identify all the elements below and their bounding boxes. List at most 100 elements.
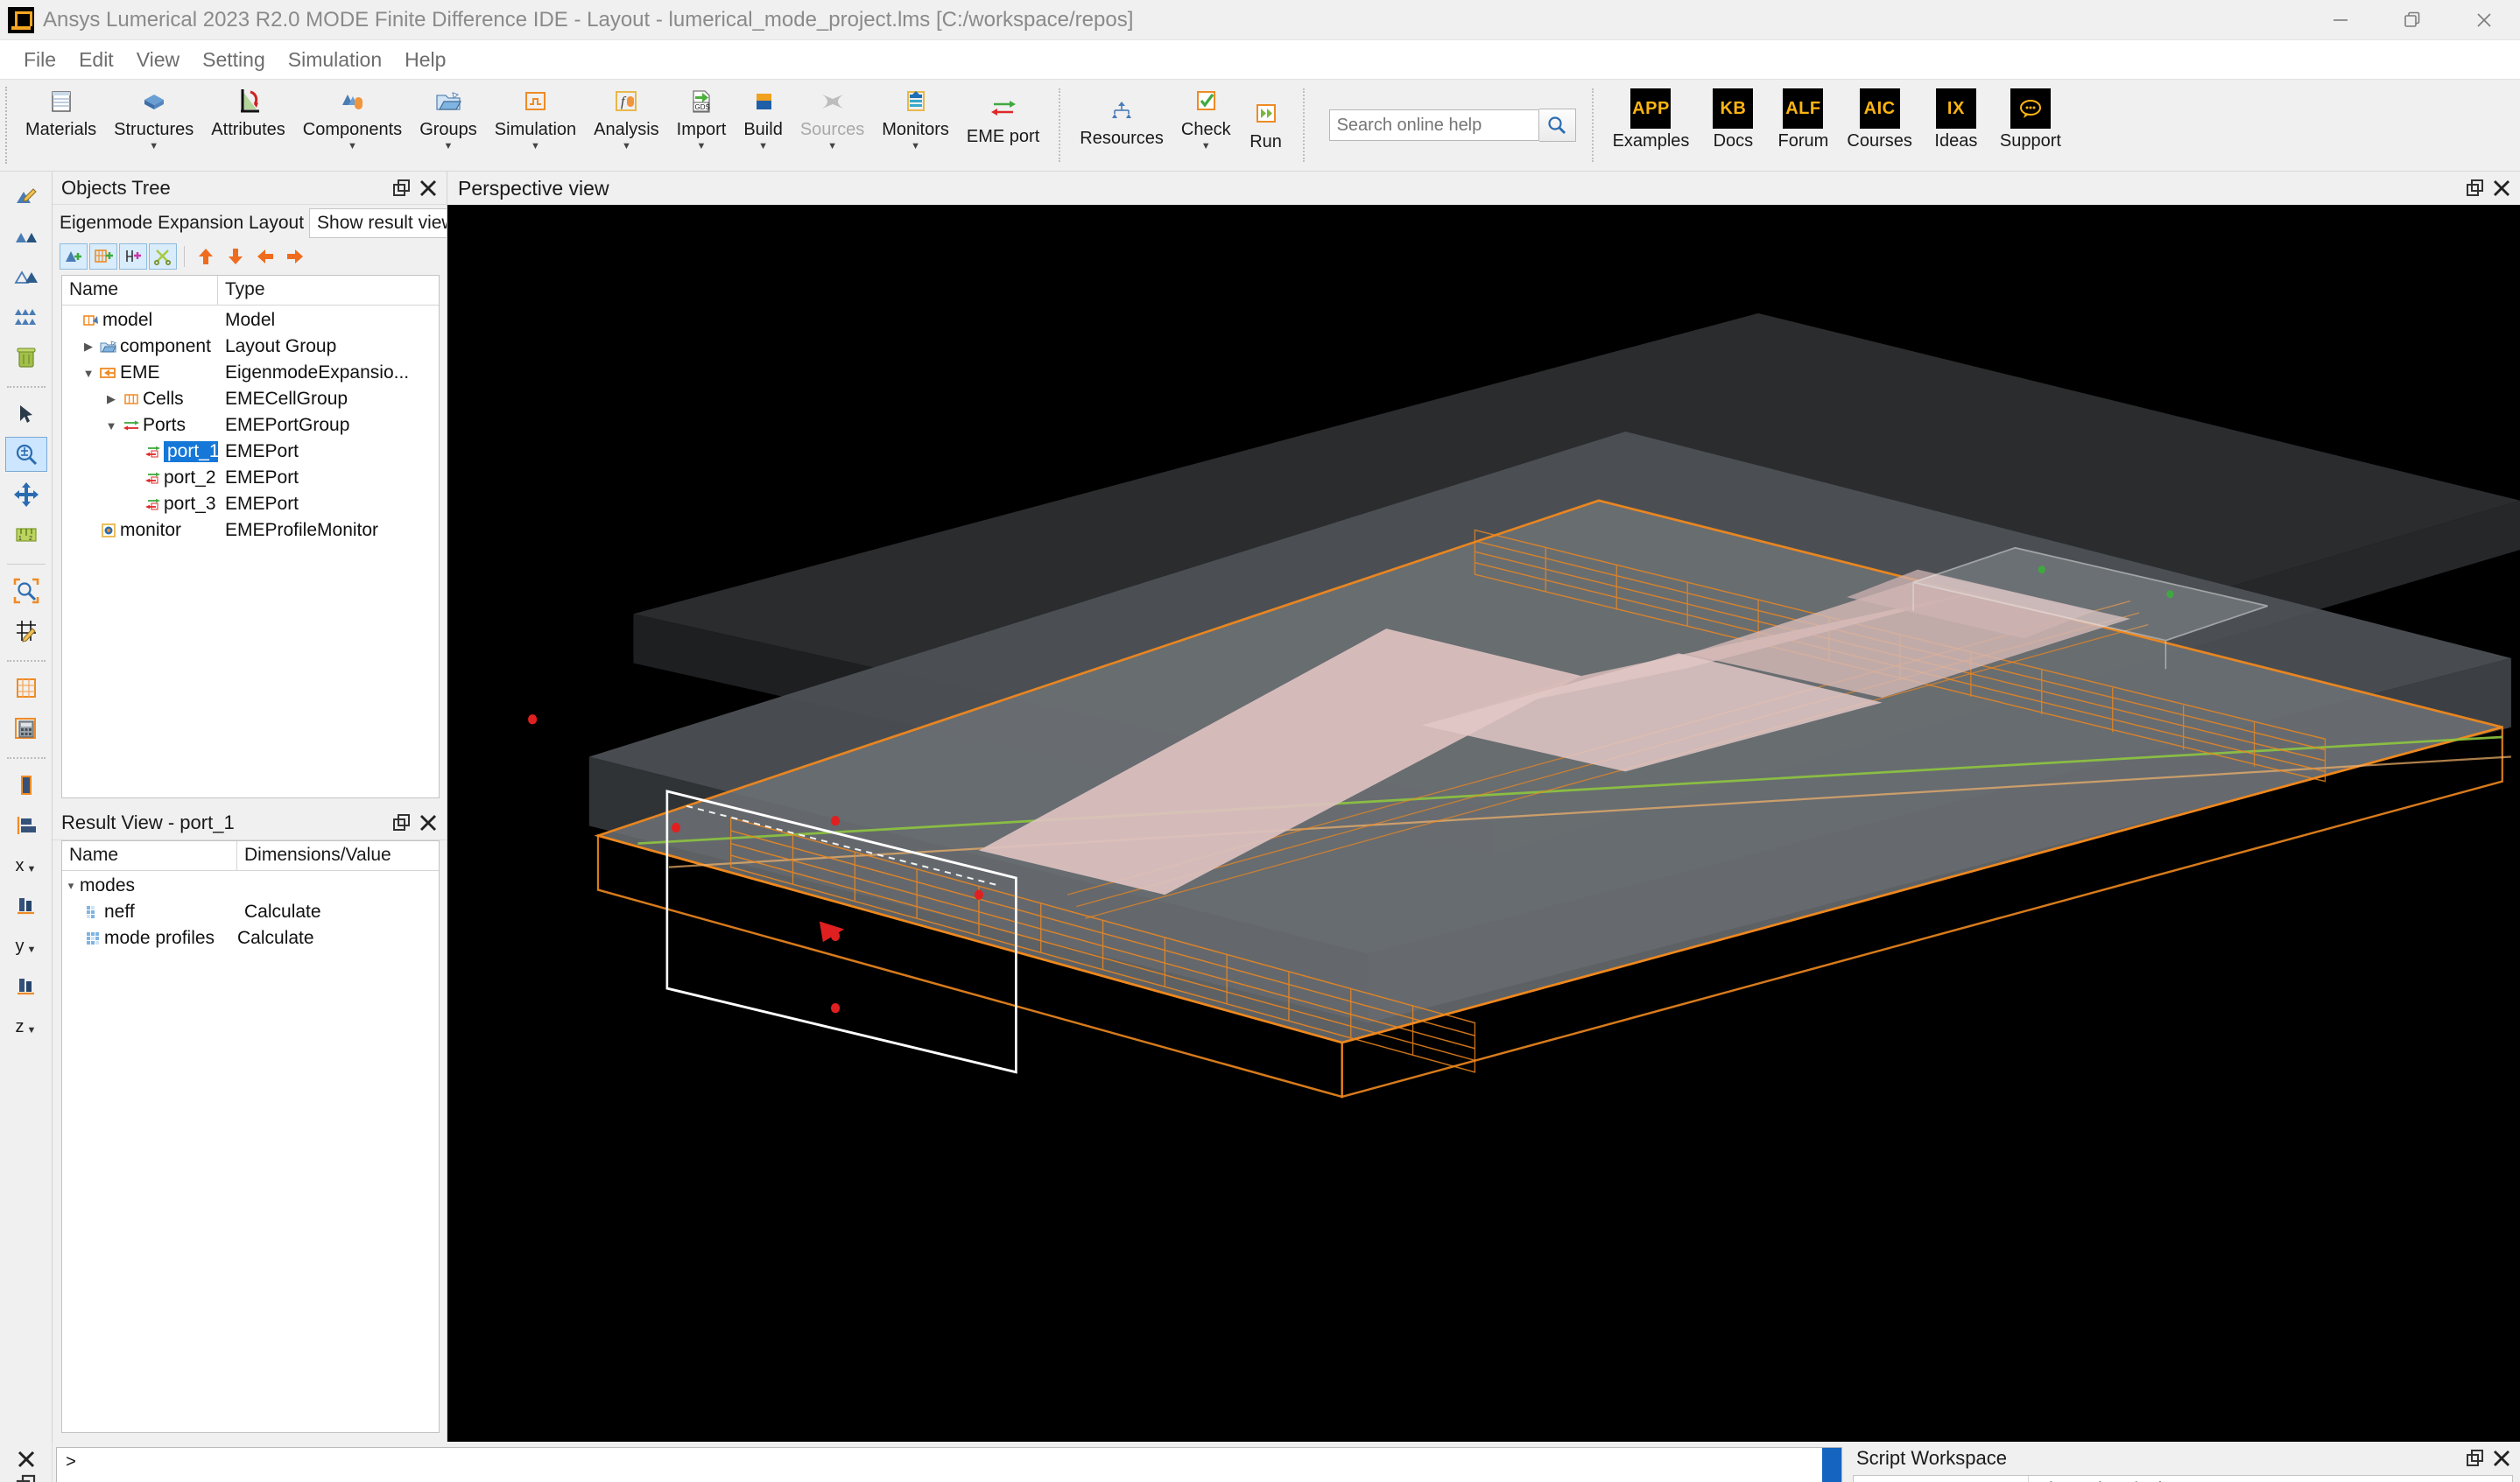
ribbon-import-button[interactable]: GDS Import ▼ (668, 80, 736, 171)
edit-object-icon[interactable] (5, 179, 47, 214)
chevron-down-icon[interactable]: ▼ (827, 142, 837, 151)
result-row-mode-profiles[interactable]: mode profiles Calculate (62, 925, 439, 952)
view-perspective-icon[interactable] (5, 768, 47, 803)
zoom-tool-icon[interactable] (5, 437, 47, 472)
menu-file[interactable]: File (12, 45, 67, 75)
search-input[interactable] (1329, 109, 1539, 141)
ribbon-simulation-button[interactable]: Simulation ▼ (486, 80, 585, 171)
twisty-expanded-ports[interactable]: ▼ (102, 419, 120, 432)
chevron-down-icon[interactable]: ▼ (27, 1025, 37, 1036)
zoom-extents-icon[interactable] (5, 573, 47, 608)
ribbon-materials-button[interactable]: Materials (17, 80, 105, 171)
tree-row-component[interactable]: ▶ component Layout Group (62, 334, 439, 360)
minimize-button[interactable] (2305, 0, 2376, 40)
close-panel-icon[interactable] (415, 810, 441, 836)
search-icon[interactable] (1539, 109, 1576, 142)
ribbon-resources-button[interactable]: Resources (1071, 80, 1172, 171)
twisty-expanded-eme[interactable]: ▼ (80, 367, 97, 380)
menu-help[interactable]: Help (393, 45, 457, 75)
ribbon-groups-button[interactable]: Groups ▼ (411, 80, 486, 171)
close-panel-icon[interactable] (2488, 1445, 2515, 1471)
menu-simulation[interactable]: Simulation (277, 45, 393, 75)
mesh-grid-icon[interactable] (5, 671, 47, 706)
restore-button[interactable] (2376, 0, 2448, 40)
chevron-down-icon[interactable]: ▼ (911, 142, 920, 151)
tree-row-cells[interactable]: ▶ Cells EMECellGroup (62, 386, 439, 412)
twisty-expanded-modes[interactable]: ▾ (62, 879, 80, 893)
script-console[interactable]: > (56, 1447, 1842, 1482)
console-scrollbar[interactable] (1822, 1448, 1841, 1482)
restore-panel-icon[interactable] (389, 175, 415, 201)
two-objects-icon[interactable] (5, 219, 47, 254)
chevron-down-icon[interactable]: ▼ (27, 945, 37, 955)
object-outline-icon[interactable] (5, 259, 47, 294)
twisty-collapsed-cells[interactable]: ▶ (102, 392, 120, 406)
view-split-icon[interactable] (5, 808, 47, 843)
close-panel-icon[interactable] (415, 175, 441, 201)
trash-icon[interactable] (5, 340, 47, 375)
move-up-icon[interactable] (192, 243, 220, 270)
mesh-calc-icon[interactable] (5, 711, 47, 746)
result-row-neff[interactable]: neff Calculate (62, 899, 439, 925)
tree-row-eme[interactable]: ▼ EME EigenmodeExpansio... (62, 360, 439, 386)
move-down-icon[interactable] (222, 243, 250, 270)
close-panel-icon[interactable] (13, 1447, 39, 1472)
ribbon-structures-button[interactable]: Structures ▼ (105, 80, 202, 171)
menu-view[interactable]: View (125, 45, 191, 75)
move-right-icon[interactable] (281, 243, 309, 270)
ribbon-check-button[interactable]: Check ▼ (1172, 80, 1240, 171)
ribbon-monitors-button[interactable]: Monitors ▼ (873, 80, 958, 171)
axis-y-icon[interactable]: y ▼ (5, 929, 47, 964)
scissors-icon[interactable] (149, 243, 177, 270)
tree-row-port-1[interactable]: port_1 EMEPort (62, 439, 439, 465)
tree-row-port-2[interactable]: port_2 EMEPort (62, 465, 439, 491)
ribbon-grip[interactable] (5, 87, 13, 164)
chevron-down-icon[interactable]: ▼ (27, 864, 37, 874)
ribbon-analysis-button[interactable]: f Analysis ▼ (585, 80, 667, 171)
ribbon-attributes-button[interactable]: Attributes (202, 80, 293, 171)
cursor-arrow-icon[interactable] (5, 397, 47, 432)
chevron-down-icon[interactable]: ▼ (622, 142, 631, 151)
view-y-normal-icon[interactable] (5, 969, 47, 1004)
close-button[interactable] (2448, 0, 2520, 40)
chevron-down-icon[interactable]: ▼ (149, 142, 158, 151)
help-link-forum[interactable]: ALF Forum (1768, 80, 1838, 171)
show-result-view-button[interactable]: Show result view (309, 208, 463, 238)
perspective-viewport-canvas[interactable] (447, 205, 2520, 1442)
help-link-support[interactable]: Support (1991, 80, 2070, 171)
grid-edit-icon[interactable] (5, 614, 47, 649)
twisty-collapsed-component[interactable]: ▶ (80, 340, 97, 354)
chevron-down-icon[interactable]: ▼ (1201, 142, 1211, 151)
result-row-modes[interactable]: ▾ modes (62, 873, 439, 899)
many-objects-icon[interactable] (5, 299, 47, 334)
result-value-mode-profiles[interactable]: Calculate (237, 928, 439, 949)
help-link-docs[interactable]: KB Docs (1698, 80, 1768, 171)
restore-panel-icon[interactable] (2462, 1445, 2488, 1471)
ribbon-run-button[interactable]: Run (1240, 80, 1292, 171)
restore-panel-icon[interactable] (2462, 175, 2488, 201)
chevron-down-icon[interactable]: ▼ (758, 142, 768, 151)
result-value-neff[interactable]: Calculate (237, 902, 439, 923)
ribbon-build-button[interactable]: Build ▼ (735, 80, 791, 171)
chevron-down-icon[interactable]: ▼ (348, 142, 357, 151)
chevron-down-icon[interactable]: ▼ (697, 142, 707, 151)
help-link-examples[interactable]: APP Examples (1604, 80, 1699, 171)
help-link-ideas[interactable]: IX Ideas (1921, 80, 1991, 171)
tree-row-ports[interactable]: ▼ Ports EMEPortGroup (62, 412, 439, 439)
ruler-icon[interactable]: 1 2 (5, 517, 47, 552)
tree-row-monitor[interactable]: monitor EMEProfileMonitor (62, 517, 439, 544)
close-panel-icon[interactable] (2488, 175, 2515, 201)
tree-row-model[interactable]: model Model (62, 307, 439, 334)
axis-z-icon[interactable]: z ▼ (5, 1009, 47, 1044)
menu-edit[interactable]: Edit (67, 45, 125, 75)
chevron-down-icon[interactable]: ▼ (444, 142, 454, 151)
add-mesh-icon[interactable] (89, 243, 117, 270)
ribbon-sources-button[interactable]: Sources ▼ (792, 80, 873, 171)
restore-panel-icon[interactable] (13, 1472, 39, 1482)
chevron-down-icon[interactable]: ▼ (531, 142, 540, 151)
help-link-courses[interactable]: AIC Courses (1838, 80, 1920, 171)
tree-row-port-3[interactable]: port_3 EMEPort (62, 491, 439, 517)
add-dimension-icon[interactable] (119, 243, 147, 270)
restore-panel-icon[interactable] (389, 810, 415, 836)
ribbon-components-button[interactable]: Components ▼ (294, 80, 411, 171)
